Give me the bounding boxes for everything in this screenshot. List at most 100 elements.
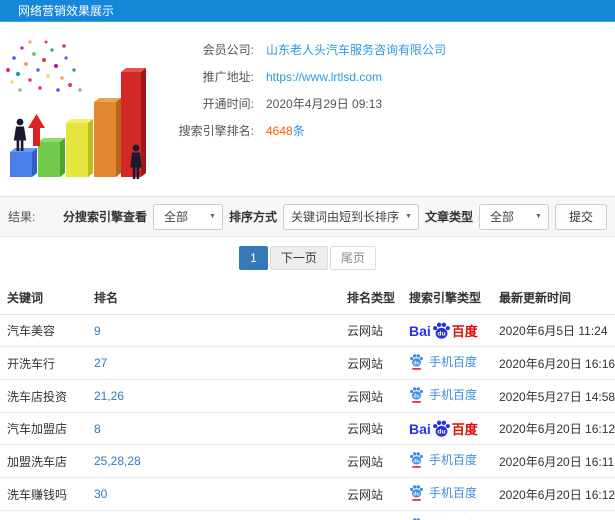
update-time-cell: 2020年6月5日 11:24: [495, 314, 615, 347]
page-title: 网络营销效果展示: [0, 0, 615, 22]
rank-link[interactable]: 25,28,28: [94, 454, 141, 468]
engine-logo-cell: Bai du 百度 du 手机百度: [405, 346, 495, 380]
mobile-baidu-logo: du 手机百度: [409, 484, 477, 501]
bar-blue: [10, 148, 37, 177]
svg-text:du: du: [413, 491, 419, 497]
baidu-logo-cn-text: 百度: [451, 324, 478, 339]
mobile-baidu-label: 手机百度: [429, 486, 478, 500]
col-header-keyword: 关键词: [0, 280, 90, 315]
update-time-cell: 2020年6月20日 16:11: [495, 444, 615, 478]
rank-cell: 25,28,28: [90, 444, 343, 478]
bar-green: [38, 138, 65, 177]
sort-filter-label: 排序方式: [228, 210, 277, 224]
keyword-cell: 汽车加盟店: [0, 412, 90, 445]
last-page-button[interactable]: 尾页: [329, 246, 376, 270]
type-filter-value: 全部: [489, 210, 514, 224]
engine-logo-cell: Bai du 百度 du 手机百度: [405, 379, 495, 413]
next-page-button[interactable]: 下一页: [269, 246, 328, 270]
baidu-logo-cn-text: 百度: [451, 422, 478, 437]
rank-cell: 30: [90, 510, 343, 520]
engine-filter-select[interactable]: 全部 ▼: [152, 203, 223, 230]
engine-filter-value: 全部: [163, 210, 188, 224]
ranking-count-unit[interactable]: 条: [293, 124, 305, 138]
submit-button[interactable]: 提交: [554, 203, 607, 230]
type-filter-select[interactable]: 全部 ▼: [478, 203, 549, 230]
type-filter-label: 文章类型: [424, 210, 473, 224]
rank-link[interactable]: 8: [94, 422, 101, 436]
baidu-logo-bai-text: Bai: [409, 322, 431, 339]
confetti-dots: [6, 40, 82, 92]
result-label: 结果:: [8, 210, 36, 224]
rank-link[interactable]: 30: [94, 487, 107, 501]
rank-type-cell: 云网站: [343, 379, 405, 413]
rank-link[interactable]: 27: [94, 356, 107, 370]
mobile-baidu-icon: du: [410, 452, 423, 468]
baidu-paw-icon: du: [432, 322, 450, 339]
businessman-left: [13, 118, 27, 151]
update-time-cell: 2020年6月18日 14:27: [495, 510, 615, 520]
info-row-company: 会员公司: 山东老人头汽车服务咨询有限公司: [152, 36, 615, 63]
keyword-cell: 洗车店投资: [0, 379, 90, 413]
svg-text:du: du: [437, 331, 445, 338]
sort-filter-select[interactable]: 关键词由短到长排序 ▼: [282, 203, 419, 230]
rank-type-cell: 云网站: [343, 412, 405, 445]
table-row: 洗车赚钱吗 30 云网站 Bai du 百度 du: [0, 477, 615, 511]
keyword-ranking-table: 关键词 排名 排名类型 搜索引擎类型 最新更新时间 汽车美容 9 云网站 Bai…: [0, 280, 615, 520]
keyword-cell: 开洗车行: [0, 346, 90, 380]
engine-logo-cell: Bai du 百度 du 手机百度: [405, 477, 495, 511]
sort-filter-value: 关键词由短到长排序: [290, 210, 399, 224]
mobile-baidu-logo: du 手机百度: [409, 353, 477, 370]
engine-filter-label: 分搜索引擎查看: [62, 210, 147, 224]
rank-link[interactable]: 9: [94, 324, 101, 338]
table-row: 洗车店利润 30 云网站 Bai du 百度 du: [0, 510, 615, 520]
svg-text:du: du: [437, 429, 445, 436]
member-info-panel: 会员公司: 山东老人头汽车服务咨询有限公司 推广地址: https://www.…: [0, 22, 615, 196]
svg-text:du: du: [413, 458, 419, 464]
engine-logo-cell: Bai du 百度 du 手机百度: [405, 444, 495, 478]
page-number-1[interactable]: 1: [239, 246, 268, 270]
bar-orange: [94, 98, 121, 177]
open-time-value: 2020年4月29日 09:13: [266, 97, 383, 111]
rank-type-cell: 云网站: [343, 477, 405, 511]
mobile-baidu-icon: du: [410, 387, 423, 403]
keyword-cell: 汽车美容: [0, 314, 90, 347]
mobile-baidu-icon: du: [410, 485, 423, 501]
engine-logo-cell: Bai du 百度 du 手机百度: [405, 412, 495, 445]
promo-url-label: 推广地址:: [202, 70, 254, 84]
company-value-link[interactable]: 山东老人头汽车服务咨询有限公司: [266, 41, 446, 58]
mobile-baidu-logo: du 手机百度: [409, 386, 477, 403]
rank-type-cell: 云网站: [343, 346, 405, 380]
col-header-rank: 排名: [90, 280, 343, 315]
update-time-cell: 2020年5月27日 14:58: [495, 379, 615, 413]
keyword-cell: 加盟洗车店: [0, 444, 90, 478]
rank-link[interactable]: 21,26: [94, 389, 124, 403]
mobile-baidu-label: 手机百度: [429, 388, 478, 402]
growth-chart-illustration: [6, 40, 146, 179]
rank-cell: 27: [90, 346, 343, 380]
info-row-url: 推广地址: https://www.lrtlsd.com: [152, 63, 615, 90]
baidu-logo-bai-text: Bai: [409, 420, 431, 437]
engine-logo-cell: Bai du 百度 du 手机百度: [405, 314, 495, 347]
baidu-logo: Bai du 百度: [409, 321, 478, 340]
col-header-rank-type: 排名类型: [343, 280, 405, 315]
bar-yellow: [66, 119, 93, 177]
col-header-update-time: 最新更新时间: [495, 280, 615, 315]
promo-url-link[interactable]: https://www.lrtlsd.com: [266, 70, 382, 84]
update-time-cell: 2020年6月20日 16:12: [495, 412, 615, 445]
mobile-baidu-icon: du: [410, 354, 423, 370]
rank-cell: 8: [90, 412, 343, 445]
svg-text:du: du: [413, 360, 419, 366]
chevron-down-icon: ▼: [405, 213, 412, 220]
table-row: 洗车店投资 21,26 云网站 Bai du 百度 du: [0, 379, 615, 413]
mobile-baidu-label: 手机百度: [429, 355, 478, 369]
rank-cell: 9: [90, 314, 343, 347]
rank-type-cell: 云网站: [343, 510, 405, 520]
table-row: 开洗车行 27 云网站 Bai du 百度 du: [0, 346, 615, 380]
table-row: 汽车加盟店 8 云网站 Bai du 百度 du: [0, 412, 615, 445]
company-label: 会员公司:: [202, 43, 254, 57]
member-info-list: 会员公司: 山东老人头汽车服务咨询有限公司 推广地址: https://www.…: [152, 30, 615, 190]
info-row-ranking-count: 搜索引擎排名: 4648条: [152, 117, 615, 144]
ranking-count-value: 4648条: [266, 122, 305, 139]
update-time-cell: 2020年6月20日 16:12: [495, 477, 615, 511]
table-row: 加盟洗车店 25,28,28 云网站 Bai du 百度 du: [0, 444, 615, 478]
